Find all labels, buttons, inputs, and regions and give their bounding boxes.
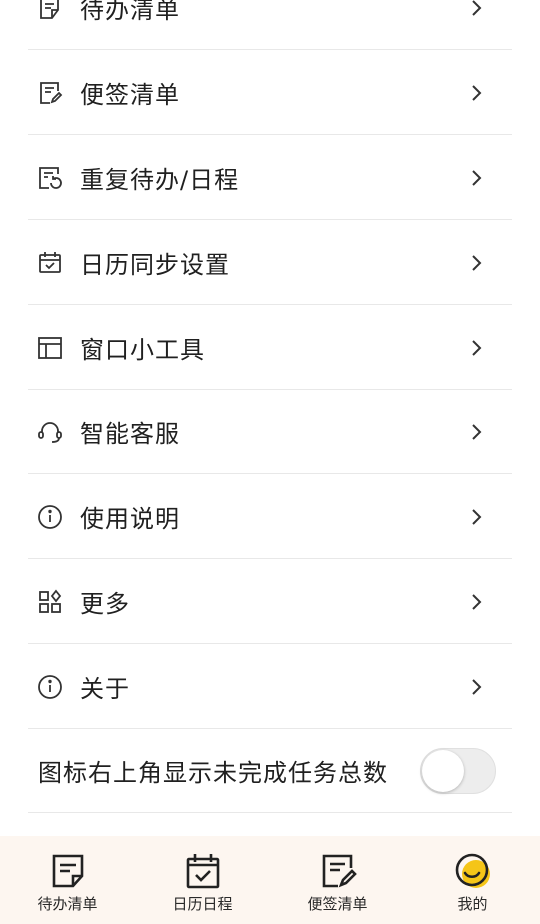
chevron-right-icon — [472, 0, 482, 16]
repeat-todo-icon — [37, 165, 63, 191]
tab-mine[interactable]: 我的 — [405, 836, 540, 924]
menu-item-label: 关于 — [80, 675, 130, 703]
menu-item-label: 待办清单 — [80, 0, 180, 24]
menu-item-label: 便签清单 — [80, 81, 180, 109]
menu-item-about[interactable]: 关于 — [28, 645, 512, 729]
chevron-right-icon — [472, 339, 482, 356]
menu-item-widget[interactable]: 窗口小工具 — [28, 306, 512, 390]
note-tab-icon — [322, 854, 357, 888]
tab-todo-list[interactable]: 待办清单 — [0, 836, 135, 924]
chevron-right-icon — [472, 508, 482, 525]
menu-item-label: 使用说明 — [80, 505, 180, 533]
info-icon — [37, 504, 63, 530]
tab-note-list[interactable]: 便签清单 — [270, 836, 405, 924]
tab-calendar[interactable]: 日历日程 — [135, 836, 270, 924]
settings-page: 待办清单 便签清单 重复待办/日程 日历同步设置 窗口小工具 智能客服 使用说明… — [0, 0, 540, 924]
widget-icon — [37, 335, 63, 361]
menu-item-repeat-todo[interactable]: 重复待办/日程 — [28, 136, 512, 220]
chevron-right-icon — [472, 84, 482, 101]
menu-item-customer-service[interactable]: 智能客服 — [28, 390, 512, 474]
smiley-tab-icon — [455, 853, 490, 888]
todo-tab-icon — [52, 854, 83, 888]
calendar-tab-icon — [186, 854, 219, 889]
tab-label: 便签清单 — [307, 895, 368, 913]
chevron-right-icon — [472, 169, 482, 186]
info-icon — [37, 674, 63, 700]
chevron-right-icon — [472, 678, 482, 695]
menu-item-label: 更多 — [80, 590, 130, 618]
tab-label: 我的 — [457, 895, 488, 913]
tab-label: 待办清单 — [37, 895, 98, 913]
menu-item-label: 重复待办/日程 — [80, 166, 240, 194]
badge-count-toggle[interactable] — [420, 747, 496, 794]
menu-item-todo-list[interactable]: 待办清单 — [28, 0, 512, 50]
todo-list-icon — [37, 0, 63, 21]
menu-item-more[interactable]: 更多 — [28, 560, 512, 644]
tab-label: 日历日程 — [172, 895, 233, 913]
toggle-knob — [422, 749, 464, 792]
grid-icon — [37, 589, 63, 615]
menu-item-label: 日历同步设置 — [80, 251, 230, 279]
note-list-icon — [37, 80, 63, 106]
chevron-right-icon — [472, 593, 482, 610]
bottom-tab-bar: 待办清单 日历日程 便签清单 我的 — [0, 836, 540, 924]
toggle-label: 图标右上角显示未完成任务总数 — [38, 759, 388, 787]
chevron-right-icon — [472, 254, 482, 271]
menu-item-instructions[interactable]: 使用说明 — [28, 475, 512, 559]
headset-icon — [37, 419, 63, 445]
menu-item-note-list[interactable]: 便签清单 — [28, 51, 512, 135]
toggle-row-badge-count: 图标右上角显示未完成任务总数 — [28, 729, 512, 813]
chevron-right-icon — [472, 423, 482, 440]
menu-item-calendar-sync[interactable]: 日历同步设置 — [28, 221, 512, 305]
calendar-sync-icon — [37, 250, 63, 276]
menu-item-label: 窗口小工具 — [80, 336, 205, 364]
menu-item-label: 智能客服 — [80, 420, 180, 448]
